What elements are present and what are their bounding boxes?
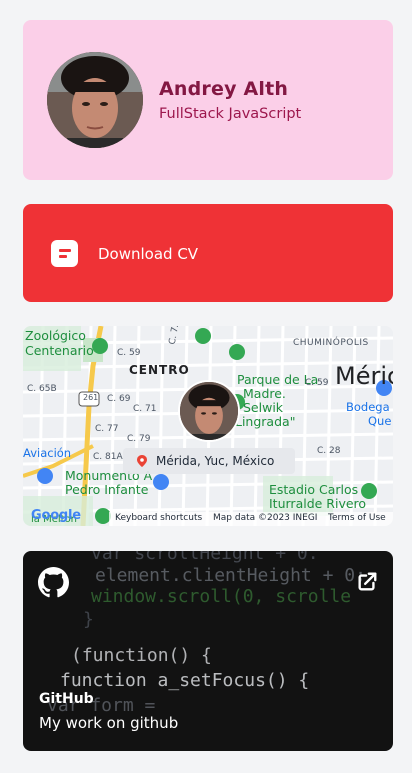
- profile-title: FullStack JavaScript: [159, 106, 302, 122]
- map-terms-link[interactable]: Terms of Use: [328, 513, 386, 523]
- map-label-parque-4: Lingrada": [235, 414, 296, 429]
- map-label-c77: C. 77: [95, 424, 119, 434]
- map-data-attribution: Map data ©2023 INEGI: [213, 513, 318, 523]
- map-label-c59a: C. 59: [117, 348, 141, 358]
- map-label-centro: CENTRO: [129, 363, 190, 377]
- code-line-3: window.scroll(0, scrolle: [91, 586, 352, 607]
- google-logo-text: Google: [31, 508, 81, 523]
- code-line-6: function a_setFocus() {: [60, 670, 310, 691]
- external-link-icon[interactable]: [356, 571, 378, 593]
- map-route-261: 261: [83, 393, 99, 402]
- map-label-aviacion: Aviación: [23, 446, 72, 460]
- map-label-c28: C. 28: [317, 446, 341, 456]
- map-label-c81a: C. 81A: [93, 452, 123, 462]
- map-avatar-marker[interactable]: [178, 380, 240, 442]
- map-location-label: Mérida, Yuc, México: [123, 448, 295, 474]
- profile-name: Andrey Alth: [159, 78, 289, 100]
- map-label-estadio-2: Iturralde Rivero: [269, 496, 367, 511]
- map-label-c69: C. 69: [107, 394, 131, 404]
- code-line-5: (function() {: [71, 645, 212, 666]
- code-line-4: }: [83, 609, 94, 630]
- location-map[interactable]: Zoológico Centenario C. 72 CENTRO C. 59 …: [23, 326, 393, 526]
- map-label-zoologico: Zoológico: [25, 328, 86, 343]
- map-keyboard-shortcuts[interactable]: Keyboard shortcuts: [115, 513, 202, 523]
- google-logo: Google: [31, 508, 81, 523]
- document-icon: [51, 240, 78, 267]
- map-label-monumento-2: Pedro Infante: [65, 482, 149, 497]
- github-title: GitHub: [39, 691, 94, 707]
- github-subtitle: My work on github: [39, 714, 179, 732]
- map-label-chuminopolis: CHUMINÓPOLIS: [293, 338, 369, 348]
- map-label-c79: C. 79: [127, 434, 151, 444]
- map-label-centenario: Centenario: [25, 343, 94, 358]
- code-line-2: element.clientHeight + 0;: [95, 565, 366, 586]
- map-label-c59b: C. 59: [305, 378, 329, 388]
- github-card[interactable]: var scrollHeight + 0. element.clientHeig…: [23, 551, 393, 751]
- github-icon: [38, 567, 69, 598]
- map-label-bodega-2: Que: [368, 414, 392, 428]
- map-label-bodega-1: Bodega: [346, 400, 390, 414]
- map-label-merida: Méric: [335, 362, 393, 390]
- map-location-text: Mérida, Yuc, México: [156, 454, 275, 468]
- map-label-estadio-1: Estadio Carlos: [269, 482, 359, 497]
- download-cv-label: Download CV: [98, 245, 199, 263]
- map-label-parque-3: Selwik: [243, 400, 284, 415]
- profile-card: Andrey Alth FullStack JavaScript: [23, 20, 393, 180]
- map-label-c65b: C. 65B: [27, 384, 57, 394]
- code-line-1: var scrollHeight + 0.: [91, 551, 319, 564]
- map-label-c71: C. 71: [133, 404, 157, 414]
- download-cv-button[interactable]: Download CV: [23, 204, 393, 302]
- location-pin-icon: [137, 455, 147, 467]
- map-label-parque-2: Madre.: [243, 386, 286, 401]
- profile-avatar: [47, 52, 143, 148]
